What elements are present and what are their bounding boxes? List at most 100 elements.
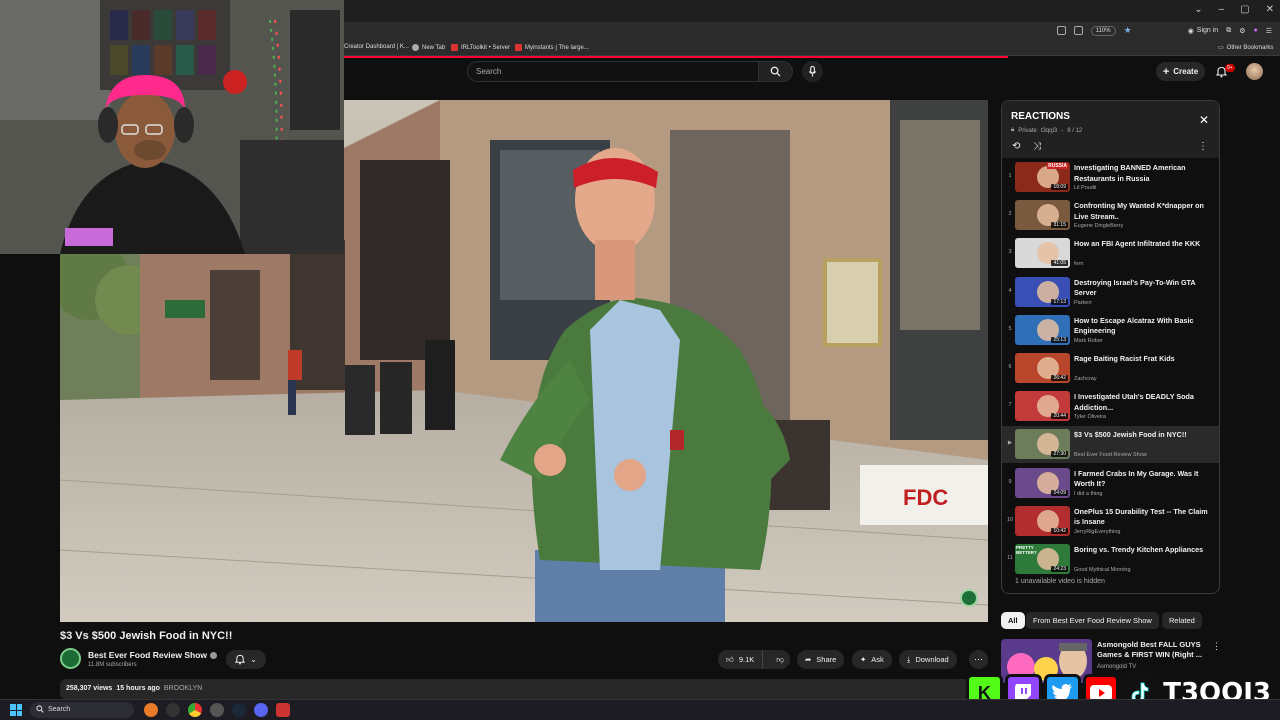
search-button[interactable] <box>759 61 793 82</box>
playlist-item[interactable]: 9 24:09 I Farmed Crabs In My Garage. Was I… <box>1002 465 1219 502</box>
playlist-item-index: 7 <box>1008 402 1012 409</box>
playlist-owner[interactable]: t3qqi3 <box>1041 128 1057 134</box>
playlist-item[interactable]: 10 10:42 OnePlus 15 Durability Test -- The… <box>1002 503 1219 540</box>
obs-icon[interactable] <box>210 703 224 717</box>
loop-icon[interactable]: ⟲ <box>1012 141 1020 152</box>
playlist-item-channel: fern <box>1074 261 1084 268</box>
playlist-item-thumbnail[interactable]: 31:15 <box>1015 200 1070 231</box>
share-button[interactable]: ➦ Share <box>797 650 845 669</box>
mic-icon <box>808 66 817 77</box>
playlist-item-index: 1 <box>1008 173 1012 179</box>
playlist-item[interactable]: 4 17:13 Destroying Israel's Pay-To-Win GTA… <box>1002 274 1219 311</box>
tab-list-icon[interactable]: ⌄ <box>1194 4 1202 15</box>
other-bookmarks-label: Other Bookmarks <box>1226 44 1274 51</box>
playlist-item-thumbnail[interactable]: 10:42 <box>1015 505 1070 536</box>
playlist-item[interactable]: 5 25:13 How to Escape Alcatraz With Basic … <box>1002 312 1219 349</box>
recommended-channel[interactable]: Asmongold TV <box>1097 664 1136 670</box>
firefox-icon[interactable] <box>144 703 158 717</box>
playlist-item[interactable]: 2 31:15 Confronting My Wanted K*dnapper on… <box>1002 197 1219 234</box>
like-dislike-group: 👍︎ 9.1K 👎︎ <box>718 650 790 669</box>
account-avatar[interactable] <box>1246 63 1263 80</box>
install-icon[interactable] <box>1073 26 1083 35</box>
channel-watermark[interactable] <box>960 589 978 607</box>
channel-avatar[interactable] <box>60 648 81 669</box>
subscription-bell-button[interactable]: ⌄ <box>226 650 266 669</box>
bookmark-myinstants[interactable]: Myinstants | The large... <box>515 44 589 51</box>
close-playlist-icon[interactable]: ✕ <box>1199 113 1209 127</box>
playlist-item-title: How to Escape Alcatraz With Basic Engine… <box>1074 315 1194 336</box>
search-input[interactable]: Search <box>467 61 759 82</box>
extensions-icon[interactable]: ⧉ <box>1226 27 1231 35</box>
dislike-button[interactable]: 👎︎ <box>768 650 792 669</box>
more-actions-button[interactable]: ⋯ <box>969 650 988 669</box>
playlist-item-thumbnail[interactable]: 20:44 <box>1015 391 1070 422</box>
globe-icon <box>412 44 419 51</box>
location-tag[interactable]: BROOKLYN <box>164 685 202 693</box>
subscriber-count: 11.8M subscribers <box>88 662 137 668</box>
playlist-item-thumbnail[interactable]: 26:42 <box>1015 353 1070 383</box>
sign-in-button[interactable]: ◉ Sign in <box>1188 27 1219 35</box>
playlist-item[interactable]: 1 18:09 RUSSIA Investigating BANNED America… <box>1002 159 1219 196</box>
playlist-item-thumbnail[interactable]: 24:23 PRETTY BETTER? <box>1015 544 1070 574</box>
profile-icon[interactable]: ● <box>1253 27 1257 34</box>
webcam-feed <box>0 0 344 254</box>
playlist-item-thumbnail[interactable]: 24:09 <box>1015 467 1070 498</box>
playlist-item[interactable]: 7 20:44 I Investigated Utah's DEADLY Soda … <box>1002 388 1219 425</box>
shuffle-icon[interactable]: ⤨ <box>1033 141 1041 152</box>
playlist-item[interactable]: 3 41:05 How an FBI Agent Infiltrated the K… <box>1002 235 1219 272</box>
playlist-item-channel: JerryRigEverything <box>1074 528 1121 535</box>
description-box[interactable]: 258,307 views 15 hours ago BROOKLYN <box>60 679 988 699</box>
chip-all[interactable]: All <box>1001 612 1025 629</box>
bookmark-star-icon[interactable]: ★ <box>1124 25 1132 36</box>
playlist-item-title: How an FBI Agent Infiltrated the KKK <box>1074 239 1201 249</box>
voice-search-button[interactable] <box>802 61 823 82</box>
close-window-icon[interactable]: ✕ <box>1266 4 1274 15</box>
search-icon <box>770 66 781 77</box>
steam-icon[interactable] <box>232 703 246 717</box>
playlist-item-thumbnail[interactable]: 41:05 <box>1015 238 1070 269</box>
playlist-item-thumbnail[interactable]: 25:13 <box>1015 314 1070 345</box>
zoom-indicator[interactable]: 110% <box>1090 25 1116 36</box>
playlist-item-title: Confronting My Wanted K*dnapper on Live … <box>1074 201 1204 221</box>
bookmark-creator-dashboard[interactable]: Creator Dashboard | K... <box>344 44 409 50</box>
playlist-item-index: 4 <box>1008 287 1012 294</box>
taskbar-app-icon[interactable] <box>166 703 180 717</box>
playlist-item-thumbnail[interactable]: 17:13 <box>1015 276 1070 307</box>
channel-name-link[interactable]: Best Ever Food Review Show <box>88 650 218 660</box>
chip-from-channel[interactable]: From Best Ever Food Review Show <box>1026 612 1159 629</box>
playlist-item[interactable]: 6 26:42 Rage Baiting Racist Frat Kids Zachc… <box>1002 350 1219 387</box>
chip-related[interactable]: Related <box>1162 612 1202 629</box>
lock-icon: 🔒︎ <box>1011 127 1015 133</box>
more-vertical-icon[interactable]: ⋮ <box>1212 641 1221 652</box>
playlist-item-index: 9 <box>1008 478 1012 485</box>
browser-menu-icon[interactable]: ☰ <box>1266 27 1272 35</box>
minimize-icon[interactable]: – <box>1219 4 1225 15</box>
bookmark-new-tab[interactable]: New Tab <box>412 44 445 51</box>
playlist-title[interactable]: REACTIONS <box>1011 111 1070 122</box>
like-button[interactable]: 👍︎ 9.1K <box>718 650 764 669</box>
view-count: 258,307 views <box>66 685 113 692</box>
active-app-icon[interactable] <box>276 703 290 717</box>
bookmark-irltoolkit[interactable]: IRLToolkit • Server <box>451 44 510 51</box>
discord-icon[interactable] <box>254 703 268 717</box>
ask-button[interactable]: ✦ Ask <box>852 650 892 669</box>
maximize-icon[interactable]: ▢ <box>1240 4 1249 15</box>
chrome-icon[interactable] <box>188 703 202 717</box>
create-button[interactable]: + Create <box>1156 62 1205 81</box>
search-placeholder: Search <box>476 67 502 76</box>
other-bookmarks[interactable]: ▭ Other Bookmarks <box>1218 44 1274 52</box>
playlist-item-thumbnail[interactable]: 18:09 RUSSIA <box>1015 162 1070 192</box>
playlist-item-index: 2 <box>1008 211 1012 218</box>
download-button[interactable]: ⤓ Download <box>899 650 957 669</box>
playlist-item-thumbnail[interactable]: 27:30 <box>1015 429 1070 460</box>
taskbar-search[interactable]: Search <box>30 702 134 718</box>
playlist-item[interactable]: 11 24:23 PRETTY BETTER? Boring vs. Trendy K… <box>1002 541 1219 578</box>
playlist-item-index: 10 <box>1006 516 1014 523</box>
playlist-item[interactable]: ▶ 27:30 $3 Vs $500 Jewish Food in NYC!! Bes… <box>1002 426 1219 464</box>
windows-start-icon[interactable] <box>10 704 22 716</box>
screenshot-icon[interactable] <box>1056 26 1066 35</box>
more-vertical-icon[interactable]: ⋮ <box>1198 141 1208 152</box>
bookmark-label: IRLToolkit • Server <box>461 44 511 51</box>
recommended-title[interactable]: Asmongold Best FALL GUYS Games & FIRST W… <box>1097 640 1207 660</box>
settings-icon[interactable]: ⚙ <box>1239 27 1245 35</box>
